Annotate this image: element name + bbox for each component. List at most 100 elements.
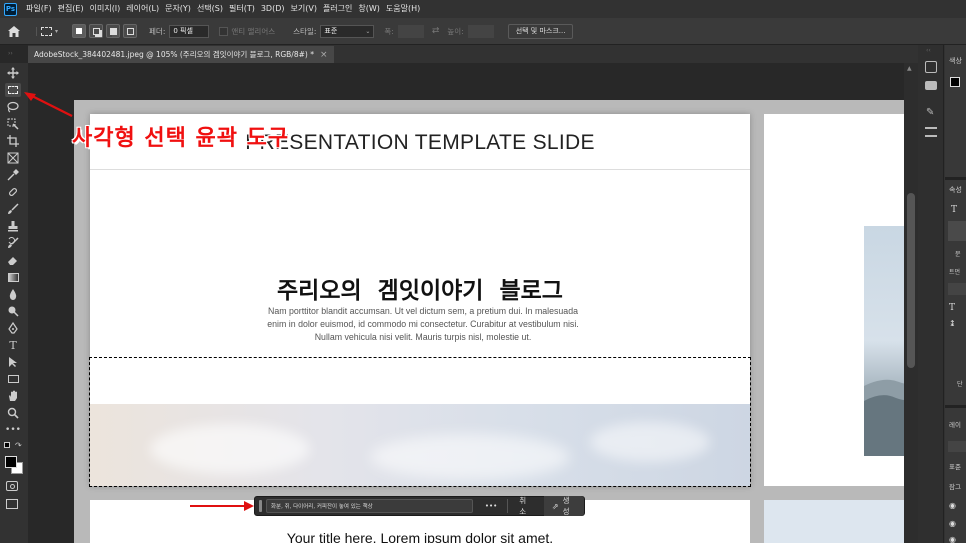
- menu-type[interactable]: 문자(Y): [162, 0, 194, 18]
- menu-plugins[interactable]: 플러그인: [320, 0, 355, 18]
- properties-field[interactable]: [948, 221, 966, 241]
- eye-icon[interactable]: ◉: [949, 501, 956, 510]
- adjustments-panel-icon[interactable]: [925, 127, 937, 137]
- intersect-selection-button[interactable]: [123, 24, 138, 38]
- move-icon[interactable]: [5, 66, 21, 80]
- style-value: 표준: [324, 27, 338, 35]
- brush-icon[interactable]: [5, 202, 21, 216]
- blur-icon[interactable]: [5, 287, 21, 301]
- menu-select[interactable]: 선택(S): [194, 0, 226, 18]
- section-paragraph-label[interactable]: 단: [957, 379, 963, 388]
- pen-icon[interactable]: [5, 321, 21, 335]
- foreground-color-swatch[interactable]: [5, 456, 17, 468]
- hand-icon[interactable]: [5, 389, 21, 403]
- panel-grip-icon: ››: [8, 50, 13, 57]
- menu-image[interactable]: 이미지(I): [87, 0, 124, 18]
- color-panel-label[interactable]: 색상: [949, 56, 962, 66]
- slide-4: [764, 500, 918, 543]
- annotation-arrow-icon: [190, 501, 254, 511]
- menu-help[interactable]: 도움말(H): [383, 0, 423, 18]
- width-input[interactable]: [397, 24, 424, 38]
- style-select[interactable]: 표준 ⌄: [320, 24, 375, 38]
- scroll-up-arrow-icon[interactable]: ▲: [907, 65, 912, 72]
- menu-file[interactable]: 파일(F): [23, 0, 55, 18]
- eye-icon[interactable]: ◉: [949, 535, 956, 543]
- divider: [507, 499, 509, 513]
- select-and-mask-button[interactable]: 선택 및 마스크...: [507, 23, 574, 39]
- eye-icon[interactable]: ◉: [949, 519, 956, 528]
- menu-3d[interactable]: 3D(D): [258, 0, 288, 18]
- comments-panel-icon[interactable]: [925, 81, 937, 90]
- document-tab[interactable]: AdobeStock_384402481.jpeg @ 105% (주리오의 겜…: [28, 46, 334, 63]
- antialias-checkbox[interactable]: [219, 26, 229, 36]
- contextual-task-bar: 화분, 쥐, 다이어리, 커피잔이 놓여 있는 책상 ••• 취소 ⇗ 생성: [254, 496, 585, 516]
- prompt-text: 화분, 쥐, 다이어리, 커피잔이 놓여 있는 책상: [270, 504, 373, 510]
- gradient-icon[interactable]: [5, 270, 21, 284]
- menu-layer[interactable]: 레이어(L): [123, 0, 162, 18]
- default-colors-icon[interactable]: [4, 442, 10, 448]
- eyedropper-icon[interactable]: [5, 168, 21, 182]
- panel-color-swatch[interactable]: [950, 77, 960, 87]
- generate-button[interactable]: ⇗ 생성: [543, 496, 584, 516]
- dodge-icon[interactable]: [5, 304, 21, 318]
- close-icon[interactable]: ×: [320, 50, 328, 60]
- slide-divider: [90, 169, 750, 170]
- drag-handle-icon[interactable]: [259, 500, 262, 512]
- more-options-button[interactable]: •••: [485, 502, 497, 510]
- new-selection-button[interactable]: [72, 24, 87, 38]
- frame-icon[interactable]: [5, 151, 21, 165]
- selection-mode-group: [72, 24, 138, 38]
- feather-input[interactable]: 0 픽셀: [169, 24, 210, 38]
- eraser-icon[interactable]: [5, 253, 21, 267]
- menu-view[interactable]: 보기(V): [288, 0, 320, 18]
- more-icon[interactable]: •••: [5, 423, 21, 437]
- crop-icon[interactable]: [5, 134, 21, 148]
- swap-icon[interactable]: ⇄: [432, 26, 440, 36]
- panel-divider: [945, 405, 966, 408]
- rectangle-icon[interactable]: [5, 372, 21, 386]
- layer-blend-mode[interactable]: 표준: [949, 461, 961, 471]
- antialias-label: 앤티 앨리어스: [231, 26, 276, 36]
- tools-panel: ›› T ••• ↷: [0, 50, 28, 543]
- section-character-label[interactable]: 문: [955, 249, 961, 258]
- layers-panel-label[interactable]: 레이: [949, 419, 961, 429]
- menu-edit[interactable]: 편집(E): [55, 0, 87, 18]
- chevron-down-icon: ▾: [55, 27, 59, 35]
- generative-fill-prompt-input[interactable]: 화분, 쥐, 다이어리, 커피잔이 놓여 있는 책상: [265, 499, 473, 513]
- slide-main-title: 주리오의 겜잇이야기 블로그: [277, 278, 563, 304]
- font-field[interactable]: [948, 283, 966, 295]
- path-select-icon[interactable]: [5, 355, 21, 369]
- quick-mask-icon[interactable]: [6, 481, 18, 491]
- history-brush-icon[interactable]: [5, 236, 21, 250]
- menu-bar: Ps 파일(F) 편집(E) 이미지(I) 레이어(L) 문자(Y) 선택(S)…: [0, 0, 966, 18]
- annotation-arrow-icon: [24, 92, 73, 117]
- menu-window[interactable]: 창(W): [355, 0, 383, 18]
- zoom-icon[interactable]: [5, 406, 21, 420]
- stamp-icon[interactable]: [5, 219, 21, 233]
- properties-panel-label[interactable]: 속성: [949, 185, 962, 195]
- marquee-selection[interactable]: [89, 357, 751, 487]
- history-panel-icon[interactable]: [925, 61, 937, 73]
- type-size-icon[interactable]: T: [949, 303, 955, 313]
- home-icon[interactable]: [0, 25, 28, 37]
- scrollbar-thumb[interactable]: [907, 193, 915, 368]
- slide-1: PRESENTATION TEMPLATE SLIDE 주리오의 겜잇이야기 블…: [89, 114, 751, 487]
- add-selection-button[interactable]: [89, 24, 104, 38]
- healing-brush-icon[interactable]: [5, 185, 21, 199]
- document-canvas: PRESENTATION TEMPLATE SLIDE 주리오의 겜잇이야기 블…: [74, 100, 918, 543]
- menu-filter[interactable]: 필터(T): [226, 0, 258, 18]
- screen-mode-icon[interactable]: [6, 499, 18, 509]
- slide-3-title: Your title here. Lorem ipsum dolor sit a…: [286, 530, 554, 543]
- section-font-label: 트먼: [949, 269, 961, 276]
- marquee-preset-button[interactable]: ▾: [36, 26, 62, 36]
- cancel-button[interactable]: 취소: [514, 495, 538, 517]
- document-tab-bar: AdobeStock_384402481.jpeg @ 105% (주리오의 겜…: [28, 45, 918, 63]
- layer-search-field[interactable]: [948, 441, 966, 452]
- type-icon[interactable]: T: [5, 338, 21, 352]
- subtract-selection-button[interactable]: [106, 24, 121, 38]
- vertical-scrollbar[interactable]: ▲: [904, 63, 918, 543]
- height-input[interactable]: [467, 24, 494, 38]
- type-leading-icon[interactable]: ↨: [949, 319, 956, 328]
- swap-colors-icon[interactable]: ↷: [15, 441, 22, 450]
- brush-panel-icon[interactable]: ✎: [926, 107, 934, 118]
